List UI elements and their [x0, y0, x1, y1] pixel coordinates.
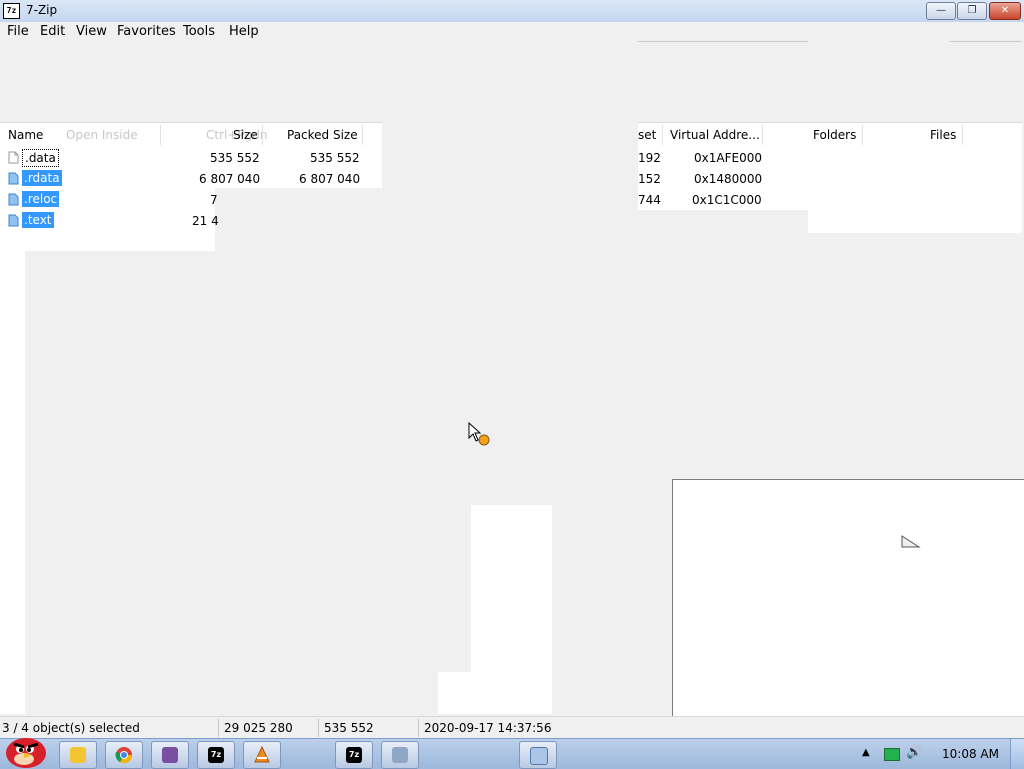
- cursor-icon: [901, 535, 921, 548]
- taskbar-explorer-button[interactable]: [59, 741, 97, 769]
- status-date: 2020-09-17 14:37:56: [424, 721, 552, 735]
- row-offset: 744: [638, 193, 661, 207]
- taskbar-vlc-button[interactable]: [243, 741, 281, 769]
- status-bar: 3 / 4 object(s) selected 29 025 280 535 …: [0, 716, 1024, 739]
- taskbar-notepad-button[interactable]: [519, 741, 557, 769]
- busy-cursor-icon: [468, 422, 490, 446]
- column-packed-size[interactable]: Packed Size: [287, 128, 358, 142]
- column-virtual-address[interactable]: Virtual Addre...: [670, 128, 760, 142]
- toolbar-divider: [638, 41, 808, 42]
- row-virtual-address: 0x1480000: [694, 172, 763, 186]
- chrome-icon: [115, 747, 133, 764]
- menu-bar: File Edit View Favorites Tools Help: [0, 22, 1024, 42]
- title-bar: 7z 7-Zip — ❐ ✕: [0, 0, 1024, 23]
- clock[interactable]: 10:08 AM: [942, 747, 999, 761]
- status-divider: [418, 719, 419, 737]
- tray-expand-icon[interactable]: ▲: [862, 747, 870, 758]
- column-divider[interactable]: [662, 125, 663, 145]
- menu-view[interactable]: View: [76, 24, 107, 39]
- close-button[interactable]: ✕: [989, 2, 1021, 20]
- row-size: 21 4: [192, 214, 219, 228]
- table-row[interactable]: 744 0x1C1C000: [638, 190, 1022, 211]
- row-size: 6 807 040: [199, 172, 261, 186]
- file-icon: [8, 151, 19, 164]
- network-icon[interactable]: [884, 748, 900, 761]
- vlc-icon: [254, 746, 270, 763]
- column-offset[interactable]: set: [638, 128, 656, 142]
- row-name[interactable]: .rdata: [22, 170, 62, 186]
- menu-file[interactable]: File: [7, 24, 29, 39]
- table-row[interactable]: 192 0x1AFE000: [638, 148, 1022, 169]
- taskbar-7zip-button[interactable]: 7z: [197, 741, 235, 769]
- window-title: 7-Zip: [26, 3, 58, 17]
- show-desktop-button[interactable]: [1010, 739, 1024, 769]
- taskbar-calculator-button[interactable]: [381, 741, 419, 769]
- volume-icon[interactable]: 🔊: [906, 745, 922, 760]
- column-folders[interactable]: Folders: [813, 128, 856, 142]
- menu-favorites[interactable]: Favorites: [117, 24, 176, 39]
- status-selected-size: 535 552: [324, 721, 374, 735]
- menu-tools[interactable]: Tools: [183, 24, 215, 39]
- column-files[interactable]: Files: [930, 128, 956, 142]
- list-panel: [808, 210, 1022, 233]
- column-divider[interactable]: [160, 125, 161, 145]
- row-packed-size: 535 552: [310, 151, 360, 165]
- 7zip-icon: 7z: [208, 747, 224, 763]
- column-divider[interactable]: [762, 125, 763, 145]
- row-virtual-address: 0x1C1C000: [692, 193, 762, 207]
- column-divider[interactable]: [962, 125, 963, 145]
- row-size: 7: [210, 193, 218, 207]
- taskbar-app-button[interactable]: [151, 741, 189, 769]
- status-divider: [318, 719, 319, 737]
- row-name[interactable]: .data: [22, 149, 59, 167]
- taskbar: 7z 7z ▲ 🔊 10:08 AM: [0, 738, 1024, 769]
- row-name[interactable]: .text: [22, 212, 54, 228]
- file-icon: [8, 193, 19, 206]
- column-divider[interactable]: [262, 125, 263, 145]
- render-artifact: [438, 672, 472, 714]
- restore-button[interactable]: ❐: [957, 2, 987, 20]
- column-divider[interactable]: [362, 125, 363, 145]
- calculator-icon: [392, 747, 408, 763]
- 7zip-icon: 7z: [346, 747, 362, 763]
- start-button-angry-bird-icon[interactable]: [2, 731, 50, 769]
- taskbar-7zip-window-button[interactable]: 7z: [335, 741, 373, 769]
- list-panel: [0, 147, 25, 714]
- notepad-icon: [530, 747, 548, 765]
- table-row[interactable]: .text 21 4: [0, 211, 219, 232]
- row-size: 535 552: [210, 151, 260, 165]
- row-virtual-address: 0x1AFE000: [694, 151, 762, 165]
- file-icon: [8, 172, 19, 185]
- table-row[interactable]: 152 0x1480000: [638, 169, 1022, 190]
- menu-edit[interactable]: Edit: [40, 24, 65, 39]
- menu-help[interactable]: Help: [229, 24, 259, 39]
- status-total-size: 29 025 280: [224, 721, 293, 735]
- column-divider[interactable]: [862, 125, 863, 145]
- popup-panel: [672, 479, 1024, 739]
- row-name[interactable]: .reloc: [22, 191, 60, 207]
- table-row[interactable]: .reloc 7: [0, 190, 382, 211]
- ghost-open-inside: Open Inside: [66, 128, 138, 142]
- taskbar-chrome-button[interactable]: [105, 741, 143, 769]
- column-size[interactable]: Size: [233, 128, 258, 142]
- row-offset: 152: [638, 172, 661, 186]
- 7zip-app-icon: 7z: [3, 3, 20, 19]
- status-divider: [218, 719, 219, 737]
- app-icon: [162, 747, 178, 763]
- column-name[interactable]: Name: [8, 128, 43, 142]
- table-row[interactable]: .rdata 6 807 040 6 807 040: [0, 169, 382, 190]
- render-artifact: [471, 505, 552, 714]
- list-header-right: set Virtual Addre... Folders Files: [638, 122, 1022, 148]
- table-row[interactable]: .data 535 552 535 552: [0, 148, 382, 169]
- list-header-left: Name Open Inside Ctrl+Pgdn Size Packed S…: [0, 122, 382, 148]
- row-offset: 192: [638, 151, 661, 165]
- toolbar-divider: [950, 41, 1022, 42]
- row-packed-size: 6 807 040: [299, 172, 361, 186]
- minimize-button[interactable]: —: [926, 2, 956, 20]
- folder-icon: [70, 747, 86, 763]
- file-icon: [8, 214, 19, 227]
